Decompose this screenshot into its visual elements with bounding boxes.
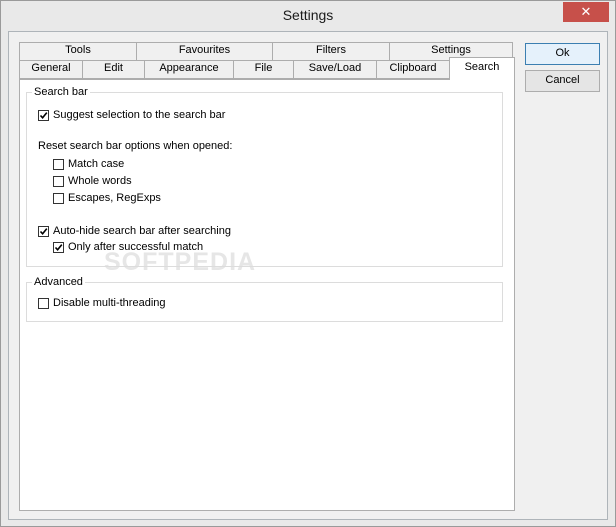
whole-words-checkbox[interactable] [53, 175, 64, 187]
search-tab-panel: SOFTPEDIA Search bar Suggest selection t… [19, 79, 515, 511]
escapes-regexps-option[interactable]: Escapes, RegExps [53, 191, 161, 205]
window-title: Settings [282, 7, 334, 23]
reset-options-label: Reset search bar options when opened: [38, 140, 233, 152]
whole-words-option[interactable]: Whole words [53, 174, 132, 188]
disable-multithreading-checkbox[interactable] [38, 297, 49, 309]
escapes-regexps-checkbox[interactable] [53, 192, 64, 204]
search-bar-group-label: Search bar [32, 86, 90, 99]
tab-file[interactable]: File [233, 60, 294, 79]
auto-hide-checkbox[interactable] [38, 225, 49, 237]
tab-filters[interactable]: Filters [272, 42, 390, 61]
disable-multithreading-option[interactable]: Disable multi-threading [38, 296, 166, 310]
escapes-regexps-label: Escapes, RegExps [68, 192, 161, 204]
disable-multithreading-label: Disable multi-threading [53, 297, 166, 309]
tab-general[interactable]: General [19, 60, 83, 79]
tab-edit[interactable]: Edit [82, 60, 145, 79]
close-icon: ✕ [580, 4, 592, 19]
suggest-selection-label: Suggest selection to the search bar [53, 109, 226, 121]
tab-save-load[interactable]: Save/Load [293, 60, 377, 79]
advanced-group: Advanced Disable multi-threading [26, 276, 503, 322]
title-bar[interactable]: Settings ✕ [1, 1, 615, 31]
match-case-label: Match case [68, 158, 125, 170]
whole-words-label: Whole words [68, 175, 132, 187]
match-case-option[interactable]: Match case [53, 157, 124, 171]
ok-button[interactable]: Ok [525, 43, 600, 65]
search-bar-group: Search bar Suggest selection to the sear… [26, 86, 503, 267]
check-icon [39, 227, 48, 235]
settings-window: Settings ✕ Tools Favourites Filters Sett… [0, 0, 616, 527]
suggest-selection-option[interactable]: Suggest selection to the search bar [38, 108, 225, 122]
auto-hide-label: Auto-hide search bar after searching [53, 225, 231, 237]
only-after-success-label: Only after successful match [68, 241, 204, 253]
check-icon [54, 243, 63, 251]
tab-clipboard[interactable]: Clipboard [376, 60, 450, 79]
advanced-group-label: Advanced [32, 276, 85, 289]
close-button[interactable]: ✕ [563, 2, 609, 22]
only-after-success-checkbox[interactable] [53, 241, 64, 253]
tab-tools[interactable]: Tools [19, 42, 137, 61]
tab-appearance[interactable]: Appearance [144, 60, 234, 79]
cancel-button[interactable]: Cancel [525, 70, 600, 92]
tab-search[interactable]: Search [449, 57, 515, 80]
dialog-client-area: Tools Favourites Filters Settings Genera… [8, 31, 608, 520]
suggest-selection-checkbox[interactable] [38, 109, 49, 121]
match-case-checkbox[interactable] [53, 158, 64, 170]
check-icon [39, 111, 48, 119]
auto-hide-option[interactable]: Auto-hide search bar after searching [38, 224, 231, 238]
tab-favourites[interactable]: Favourites [136, 42, 273, 61]
only-after-success-option[interactable]: Only after successful match [53, 240, 203, 254]
